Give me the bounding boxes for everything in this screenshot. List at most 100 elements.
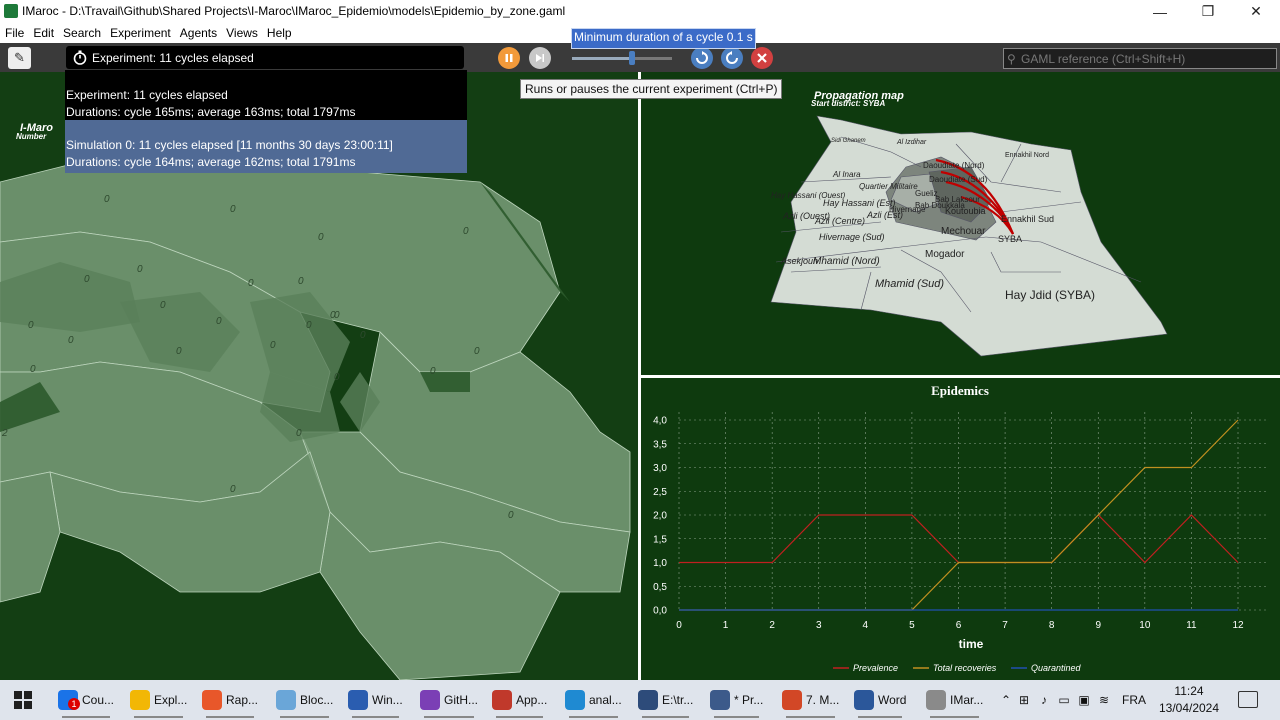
district-label: Azli (Centre) [814, 216, 865, 226]
x-tick-label: 0 [676, 620, 682, 631]
taskbar-app-label: GitH... [444, 693, 479, 707]
taskbar-app[interactable]: Rap... [202, 686, 258, 718]
chevron-up-icon[interactable]: ⌃ [998, 693, 1014, 707]
reload-button[interactable] [691, 47, 713, 69]
taskbar-app[interactable]: App... [492, 686, 547, 718]
district-label: Hivernage [889, 205, 926, 214]
cycle-duration-slider[interactable] [572, 51, 672, 65]
taskbar-app[interactable]: Word [854, 686, 906, 718]
y-tick-label: 2,5 [653, 487, 667, 498]
window-title: IMaroc - D:\Travail\Github\Shared Projec… [22, 4, 566, 18]
district-label: Daoudiate (Nord) [923, 161, 985, 170]
menu-experiment[interactable]: Experiment [105, 23, 175, 40]
app-icon [492, 690, 512, 710]
zone-count: 0 [474, 346, 480, 357]
district-label: Mechouar [941, 226, 986, 237]
district-label: Daoudiate (Sud) [929, 175, 988, 184]
status-item-line: Durations: cycle 164ms; average 162ms; t… [66, 155, 356, 169]
status-item-line: Durations: cycle 165ms; average 163ms; t… [66, 105, 356, 119]
zone-count: 0 [230, 484, 236, 495]
x-tick-label: 12 [1232, 620, 1244, 631]
taskbar-app-label: anal... [589, 693, 622, 707]
x-tick-label: 10 [1139, 620, 1151, 631]
taskbar-app[interactable]: GitH... [420, 686, 479, 718]
reload-icon [696, 51, 708, 64]
display-icon[interactable]: ▣ [1074, 693, 1094, 707]
taskbar-app[interactable]: Expl... [130, 686, 188, 718]
pause-button[interactable] [498, 47, 520, 69]
district-label: Al Izdihar [896, 139, 927, 146]
experiment-status-button[interactable]: Experiment: 11 cycles elapsed [66, 46, 464, 69]
menu-help[interactable]: Help [262, 23, 296, 40]
x-tick-label: 4 [863, 620, 869, 631]
x-axis-label: time [959, 637, 984, 651]
menu-file[interactable]: File [0, 23, 28, 40]
x-tick-label: 7 [1002, 620, 1008, 631]
district-label: Mhamid (Nord) [813, 256, 880, 267]
gaml-reference-search[interactable]: ⚲ GAML reference (Ctrl+Shift+H) [1003, 48, 1277, 69]
taskbar-app[interactable]: Win... [348, 686, 403, 718]
status-item-simulation[interactable]: Simulation 0: 11 cycles elapsed [11 mont… [65, 120, 467, 173]
restore-button[interactable]: ❐ [1184, 0, 1232, 23]
x-tick-label: 1 [723, 620, 729, 631]
district-label: SYBA [998, 234, 1022, 244]
epidemics-chart-display[interactable]: Epidemics 0 1 2 3 4 5 6 7 8 9 10 11 12 0,0 0,5 1,0 1,5 2… [641, 378, 1280, 680]
taskbar-app[interactable]: 1 Cou... [58, 686, 115, 718]
taskbar-app[interactable]: Bloc... [276, 686, 334, 718]
close-experiment-button[interactable] [751, 47, 773, 69]
menu-edit[interactable]: Edit [28, 23, 58, 40]
taskbar-app[interactable]: E:\tr... [638, 686, 693, 718]
system-tray: ⌃ ⊞ ♪ ▭ ▣ ≋ FRA [998, 680, 1146, 720]
relaunch-button[interactable] [721, 47, 743, 69]
taskbar-app[interactable]: IMar... [926, 686, 983, 718]
search-icon: ⚲ [1007, 51, 1016, 66]
zone-count: 0 [28, 320, 34, 331]
taskbar-clock[interactable]: 11:24 13/04/2024 [1150, 683, 1228, 717]
propagation-map-display[interactable]: Propagation map Start district: SYBA Sid… [641, 72, 1280, 375]
chart-title: Epidemics [931, 383, 989, 398]
zone-count: 0 [248, 278, 254, 289]
y-tick-label: 3,0 [653, 463, 667, 474]
menu-search[interactable]: Search [58, 23, 105, 40]
wifi-icon[interactable]: ≋ [1094, 693, 1114, 707]
taskbar-app[interactable]: anal... [565, 686, 622, 718]
status-item-experiment[interactable]: Experiment: 11 cycles elapsed Durations:… [65, 87, 467, 120]
notifications-icon[interactable] [1238, 691, 1258, 708]
district-label: Al Inara [832, 170, 861, 179]
step-button[interactable] [529, 47, 551, 69]
taskbar-app[interactable]: * Pr... [710, 686, 763, 718]
edit-pencil-icon[interactable]: ✎ [8, 47, 31, 69]
language-indicator[interactable]: FRA [1122, 693, 1146, 707]
experiment-status-label: Experiment: 11 cycles elapsed [92, 50, 254, 65]
battery-icon[interactable]: ▭ [1054, 693, 1074, 707]
taskbar-app-label: Bloc... [300, 693, 334, 707]
x-tick-label: 3 [816, 620, 822, 631]
close-window-button[interactable]: ✕ [1232, 0, 1280, 23]
network-icon[interactable]: ⊞ [1014, 693, 1034, 707]
slider-knob[interactable] [629, 51, 635, 65]
minimize-button[interactable]: — [1136, 0, 1184, 23]
taskbar-app[interactable]: 7. M... [782, 686, 839, 718]
windows-start-icon[interactable] [14, 691, 32, 709]
volume-icon[interactable]: ♪ [1034, 693, 1054, 707]
app-icon [710, 690, 730, 710]
district-label: Ennakhil Sud [1001, 214, 1054, 224]
taskbar-app-label: Cou... [82, 693, 115, 707]
x-tick-label: 9 [1095, 620, 1101, 631]
zone-count: 0 [430, 366, 436, 377]
district-label: Hay Hassani (Est) [823, 198, 896, 208]
x-tick-label: 2 [769, 620, 775, 631]
left-view-subtitle: Number [16, 132, 47, 141]
app-icon [782, 690, 802, 710]
y-tick-label: 0,5 [653, 582, 667, 593]
zone-count: 0 [298, 276, 304, 287]
district-label: Hivernage (Sud) [819, 232, 885, 242]
menu-views[interactable]: Views [221, 23, 262, 40]
menu-agents[interactable]: Agents [175, 23, 221, 40]
windows-taskbar: 1 Cou... Expl... Rap... Bloc... Win... GitH...… [0, 680, 1280, 720]
step-forward-icon [536, 54, 544, 62]
taskbar-app-label: Expl... [154, 693, 188, 707]
experiment-status-popup: Experiment: 11 cycles elapsed Durations:… [65, 70, 467, 173]
zone-count: 0 [508, 510, 514, 521]
clock-time: 11:24 [1174, 684, 1204, 698]
